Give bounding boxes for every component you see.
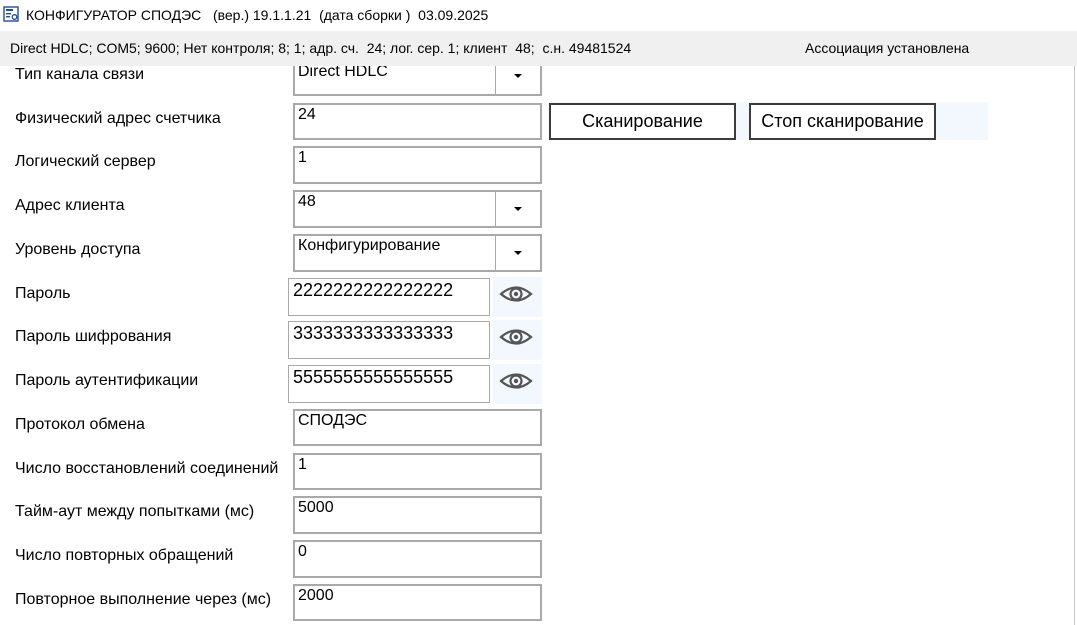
scan-button[interactable]: Сканирование	[549, 103, 736, 140]
association-status: Ассоциация установлена	[805, 40, 970, 56]
show-auth-password-eye-icon[interactable]	[498, 369, 534, 393]
access-level-value: Конфигурирование	[298, 237, 441, 254]
repeat-requests-input[interactable]: 0	[293, 540, 542, 578]
show-password-eye-icon[interactable]	[498, 282, 534, 306]
show-enc-password-eye-icon[interactable]	[498, 325, 534, 349]
enc-password-input[interactable]: 3333333333333333	[288, 321, 490, 359]
app-config-icon	[3, 6, 19, 22]
channel-type-label: Тип канала связи	[15, 66, 145, 83]
protocol-value: СПОДЭС	[298, 412, 368, 429]
connection-status-bar: Direct HDLC; COM5; 9600; Нет контроля; 8…	[0, 31, 1077, 66]
panel-border	[1074, 66, 1075, 625]
repeat-delay-label: Повторное выполнение через (мс)	[15, 591, 272, 608]
logical-server-label: Логический сервер	[15, 153, 156, 170]
auth-password-input[interactable]: 5555555555555555	[288, 365, 490, 403]
client-address-label: Адрес клиента	[15, 197, 125, 214]
repeat-requests-label: Число повторных обращений	[15, 547, 234, 564]
phys-address-value: 24	[298, 106, 316, 123]
stop-scan-button[interactable]: Стоп сканирование	[749, 103, 936, 140]
password-label: Пароль	[15, 285, 71, 302]
logical-server-input[interactable]: 1	[293, 146, 542, 184]
channel-type-value: Direct HDLC	[298, 66, 388, 80]
enc-password-value: 3333333333333333	[293, 323, 454, 343]
protocol-input[interactable]: СПОДЭС	[293, 409, 542, 446]
password-value: 2222222222222222	[293, 280, 454, 300]
enc-password-label: Пароль шифрования	[15, 328, 172, 345]
timeout-label: Тайм-аут между попытками (мс)	[15, 503, 255, 520]
client-address-value: 48	[298, 193, 316, 210]
repeat-delay-value: 2000	[298, 587, 334, 604]
chevron-down-icon[interactable]	[495, 66, 540, 94]
reconnects-label: Число восстановлений соединений	[15, 460, 279, 477]
access-level-select[interactable]: Конфигурирование	[293, 234, 542, 272]
timeout-input[interactable]: 5000	[293, 496, 542, 534]
reconnects-input[interactable]: 1	[293, 453, 542, 490]
phys-address-label: Физический адрес счетчика	[15, 110, 221, 127]
connection-settings-form: Тип канала связи Direct HDLC Физический …	[0, 66, 1077, 625]
auth-password-value: 5555555555555555	[293, 367, 454, 387]
chevron-down-icon[interactable]	[495, 236, 540, 270]
repeat-requests-value: 0	[298, 543, 307, 560]
password-input[interactable]: 2222222222222222	[288, 278, 490, 316]
auth-password-label: Пароль аутентификации	[15, 372, 199, 389]
client-address-select[interactable]: 48	[293, 190, 542, 228]
phys-address-input[interactable]: 24	[293, 103, 542, 140]
title-bar: КОНФИГУРАТОР СПОДЭС (вер.) 19.1.1.21 (да…	[0, 0, 1077, 31]
protocol-label: Протокол обмена	[15, 416, 145, 433]
reconnects-value: 1	[298, 456, 307, 473]
repeat-delay-input[interactable]: 2000	[293, 584, 542, 621]
channel-type-select[interactable]: Direct HDLC	[293, 66, 542, 96]
timeout-value: 5000	[298, 499, 334, 516]
access-level-label: Уровень доступа	[15, 241, 141, 258]
window-title: КОНФИГУРАТОР СПОДЭС (вер.) 19.1.1.21 (да…	[26, 7, 489, 23]
chevron-down-icon[interactable]	[495, 192, 540, 226]
connection-info: Direct HDLC; COM5; 9600; Нет контроля; 8…	[10, 40, 632, 56]
logical-server-value: 1	[298, 149, 307, 166]
